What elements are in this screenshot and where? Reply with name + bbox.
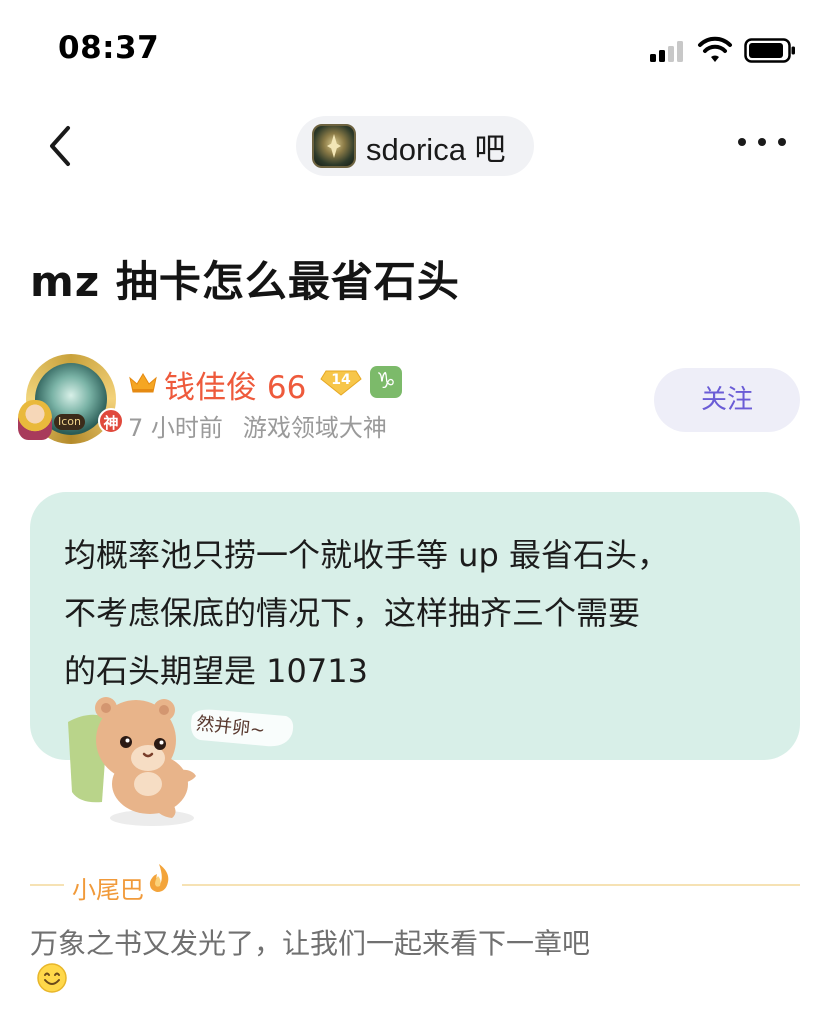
level-number: 14 xyxy=(331,372,351,388)
sticker-caption-bubble-icon: 然并卵~ xyxy=(191,709,294,747)
forum-name: sdorica 吧 xyxy=(366,131,506,167)
zodiac-capricorn-icon: ♑ xyxy=(370,366,402,398)
divider-right xyxy=(182,884,800,886)
wifi-icon xyxy=(698,36,732,62)
author-name[interactable]: 钱佳俊 66 xyxy=(164,362,306,407)
author-avatar[interactable]: Icon 神 xyxy=(18,350,124,444)
post-meta: 7 小时前 游戏领域大神 xyxy=(128,408,387,443)
post-title: mz 抽卡怎么最省石头 xyxy=(30,257,460,306)
battery-icon xyxy=(744,38,795,63)
forum-header-pill[interactable]: sdorica 吧 xyxy=(296,116,534,176)
author-honor: 游戏领域大神 xyxy=(242,414,387,442)
signature-label: 小尾巴 xyxy=(72,876,144,904)
crown-icon xyxy=(129,373,157,393)
post-time: 7 小时前 xyxy=(128,414,223,442)
flame-tail-icon xyxy=(149,864,169,892)
more-dots-icon[interactable] xyxy=(738,138,786,146)
smile-emoji-icon xyxy=(37,963,67,993)
cellular-signal-icon xyxy=(650,40,683,62)
level-badge: 14 xyxy=(320,370,362,396)
back-chevron-icon[interactable] xyxy=(40,122,80,170)
divider-left xyxy=(30,884,64,886)
sticker-caption: 然并卵~ xyxy=(186,706,298,752)
avatar-pendant-character xyxy=(18,400,52,440)
forum-avatar-icon xyxy=(312,124,356,168)
status-time: 08:37 xyxy=(58,30,160,66)
post-body-line: 均概率池只捞一个就收手等 up 最省石头， xyxy=(64,536,669,574)
post-body-line: 不考虑保底的情况下，这样抽齐三个需要 xyxy=(64,594,641,632)
follow-button[interactable]: 关注 xyxy=(654,368,800,432)
god-badge: 神 xyxy=(98,408,124,434)
post-body: 均概率池只捞一个就收手等 up 最省石头， 不考虑保底的情况下，这样抽齐三个需要… xyxy=(64,526,774,700)
signature-text: 万象之书又发光了，让我们一起来看下一章吧 xyxy=(30,927,591,960)
avatar-icon-tag: Icon xyxy=(54,414,85,430)
